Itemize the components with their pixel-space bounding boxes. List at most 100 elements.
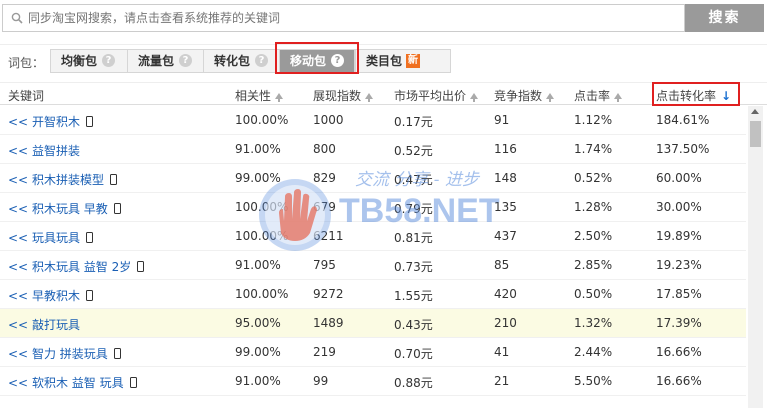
add-keyword-arrow[interactable]: << [8, 173, 28, 187]
keyword-text[interactable]: 智力 拼装玩具 [32, 347, 108, 361]
mobile-icon [137, 261, 145, 272]
keyword-text[interactable]: 开智积木 [32, 115, 80, 129]
cell-avg-bid: 0.47元 [394, 173, 433, 187]
cell-competition: 437 [494, 229, 517, 243]
table-row: << 积木玩具 早教 100.00% 679 0.79元 135 1.28% 30.00% [0, 193, 746, 222]
tab-traffic-package[interactable]: 流量包? [127, 49, 205, 73]
keyword-text[interactable]: 软积木 益智 玩具 [32, 376, 124, 390]
add-keyword-arrow[interactable]: << [8, 115, 28, 129]
help-icon[interactable]: ? [255, 54, 269, 67]
cell-competition: 41 [494, 345, 510, 359]
mobile-icon [85, 116, 93, 127]
new-badge: 新 [406, 53, 421, 68]
search-input[interactable] [28, 5, 678, 31]
cell-cvr: 16.66% [656, 345, 702, 359]
cell-ctr: 2.85% [574, 258, 613, 272]
add-keyword-arrow[interactable]: << [8, 202, 28, 216]
keyword-link[interactable]: << 益智拼装 [8, 142, 80, 159]
keyword-text[interactable]: 积木玩具 早教 [32, 202, 108, 216]
cell-avg-bid: 0.70元 [394, 347, 433, 361]
table-body: << 开智积木 100.00% 1000 0.17元 91 1.12% 184.61% << … [0, 106, 746, 408]
sort-arrow-icon[interactable] [365, 93, 374, 102]
scroll-up-icon[interactable] [751, 109, 759, 114]
cell-competition: 135 [494, 200, 517, 214]
tab-category-package[interactable]: 类目包新 [355, 49, 451, 73]
header-relevance[interactable]: 相关性 [235, 87, 284, 104]
keyword-text[interactable]: 积木拼装模型 [32, 173, 104, 187]
mobile-icon [85, 232, 93, 243]
table-row: << 益智拼装 91.00% 800 0.52元 116 1.74% 137.50% [0, 135, 746, 164]
keyword-link[interactable]: << 积木玩具 益智 2岁 [8, 258, 145, 275]
cell-competition: 116 [494, 142, 517, 156]
keyword-text[interactable]: 玩具玩具 [32, 231, 80, 245]
cell-avg-bid: 0.52元 [394, 144, 433, 158]
keyword-link[interactable]: << 玩具玩具 [8, 229, 93, 246]
cell-cvr: 137.50% [656, 142, 710, 156]
cell-cvr: 17.85% [656, 287, 702, 301]
search-icon [11, 12, 23, 24]
table-row: << 玩具玩具 100.00% 6211 0.81元 437 2.50% 19.89% [0, 222, 746, 251]
cell-avg-bid: 0.43元 [394, 318, 433, 332]
tab-label: 类目包 [366, 54, 403, 68]
cell-impressions: 800 [313, 142, 336, 156]
header-competition[interactable]: 竞争指数 [494, 87, 555, 104]
keyword-link[interactable]: << 软积木 益智 玩具 [8, 374, 137, 391]
cell-relevance: 100.00% [235, 113, 289, 127]
scrollbar[interactable] [748, 106, 763, 408]
add-keyword-arrow[interactable]: << [8, 260, 28, 274]
keyword-text[interactable]: 积木玩具 益智 2岁 [32, 260, 131, 274]
header-impressions[interactable]: 展现指数 [313, 87, 374, 104]
search-button[interactable]: 搜索 [685, 4, 764, 32]
cell-cvr: 19.89% [656, 229, 702, 243]
cell-impressions: 1489 [313, 316, 344, 330]
keyword-text[interactable]: 早教积木 [32, 289, 80, 303]
cell-cvr: 30.00% [656, 200, 702, 214]
add-keyword-arrow[interactable]: << [8, 376, 28, 390]
tab-label: 转化包 [214, 54, 251, 68]
cell-ctr: 2.44% [574, 345, 613, 359]
tab-balanced-package[interactable]: 均衡包? [50, 49, 128, 73]
highlight-box-mobile-package [275, 42, 359, 74]
package-label: 词包： [8, 56, 45, 70]
package-tabs: 词包： 均衡包? 流量包? 转化包? 移动包? 类目包新 [0, 44, 767, 76]
search-bar: 搜索 [0, 0, 767, 36]
keyword-link[interactable]: << 智力 拼装玩具 [8, 345, 121, 362]
sort-arrow-icon[interactable] [546, 93, 555, 102]
help-icon[interactable]: ? [179, 54, 193, 67]
mobile-icon [85, 290, 93, 301]
cell-relevance: 91.00% [235, 374, 281, 388]
tab-conversion-package[interactable]: 转化包? [203, 49, 280, 73]
keyword-link[interactable]: << 积木玩具 早教 [8, 200, 121, 217]
cell-cvr: 19.23% [656, 258, 702, 272]
cell-ctr: 2.50% [574, 229, 613, 243]
cell-relevance: 91.00% [235, 142, 281, 156]
keyword-link[interactable]: << 积木拼装模型 [8, 171, 117, 188]
cell-avg-bid: 1.55元 [394, 289, 433, 303]
keyword-link[interactable]: << 早教积木 [8, 287, 93, 304]
add-keyword-arrow[interactable]: << [8, 347, 28, 361]
keyword-link[interactable]: << 敲打玩具 [8, 316, 80, 333]
scroll-thumb[interactable] [750, 121, 761, 147]
table-row: << 智力 拼装玩具 99.00% 219 0.70元 41 2.44% 16.66% [0, 338, 746, 367]
table-row: << 积木拼装模型 99.00% 829 0.47元 148 0.52% 60.00% [0, 164, 746, 193]
header-avg-bid[interactable]: 市场平均出价 [394, 87, 479, 104]
cell-relevance: 99.00% [235, 345, 281, 359]
add-keyword-arrow[interactable]: << [8, 231, 28, 245]
add-keyword-arrow[interactable]: << [8, 144, 28, 158]
keyword-text[interactable]: 益智拼装 [32, 144, 80, 158]
cell-impressions: 795 [313, 258, 336, 272]
tab-label: 流量包 [138, 54, 175, 68]
sort-arrow-icon[interactable] [470, 93, 479, 102]
keyword-link[interactable]: << 开智积木 [8, 113, 93, 130]
sort-arrow-icon[interactable] [614, 93, 623, 102]
mobile-icon [109, 174, 117, 185]
add-keyword-arrow[interactable]: << [8, 289, 28, 303]
add-keyword-arrow[interactable]: << [8, 318, 28, 332]
cell-competition: 85 [494, 258, 510, 272]
keyword-text[interactable]: 敲打玩具 [32, 318, 80, 332]
cell-ctr: 1.74% [574, 142, 613, 156]
sort-arrow-icon[interactable] [275, 93, 284, 102]
search-box[interactable] [2, 4, 685, 32]
header-ctr[interactable]: 点击率 [574, 87, 623, 104]
help-icon[interactable]: ? [102, 54, 116, 67]
